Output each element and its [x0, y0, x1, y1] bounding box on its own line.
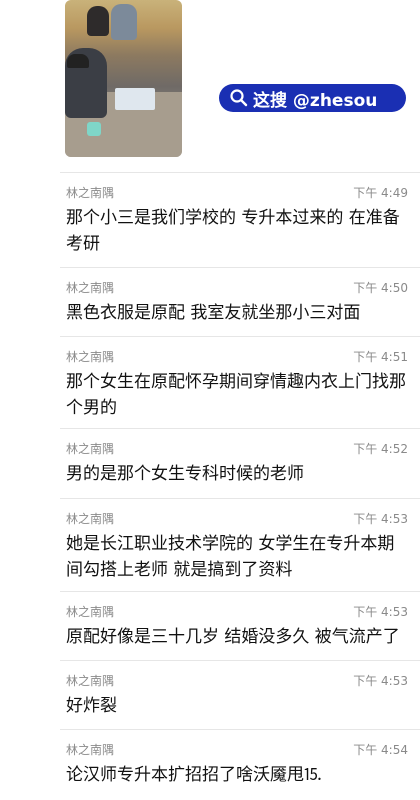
message-item[interactable]: 林之南隅 下午 4:51 那个女生在原配怀孕期间穿情趣内衣上门找那个男的 [66, 348, 408, 421]
message-text: 她是长江职业技术学院的 女学生在专升本期间勾搭上老师 就是搞到了资料 [66, 534, 395, 580]
message-item[interactable]: 林之南隅 下午 4:54 论汉师专升本扩招招了啥沃魇甩⒖ [66, 741, 408, 788]
sender-name: 林之南隅 [66, 674, 115, 688]
classroom-photo[interactable] [65, 0, 182, 157]
photo-figure [87, 6, 109, 36]
watermark-badge: 这搜 @zhesou [219, 84, 406, 112]
timestamp: 下午 4:53 [353, 605, 408, 619]
message-text: 好炸裂 [66, 696, 117, 716]
divider [60, 729, 420, 730]
sender-name: 林之南隅 [66, 350, 115, 364]
sender-name: 林之南隅 [66, 512, 115, 526]
divider [60, 591, 420, 592]
timestamp: 下午 4:51 [353, 350, 408, 364]
divider [60, 172, 420, 173]
sender-name: 林之南隅 [66, 605, 115, 619]
search-icon [229, 88, 249, 108]
message-text: 男的是那个女生专科时候的老师 [66, 464, 304, 484]
badge-text: 这搜 @zhesou [253, 90, 378, 111]
divider [60, 428, 420, 429]
message-item[interactable]: 林之南隅 下午 4:50 黑色衣服是原配 我室友就坐那小三对面 [66, 279, 408, 326]
message-text: 那个小三是我们学校的 专升本过来的 在准备考研 [66, 208, 400, 254]
message-text: 黑色衣服是原配 我室友就坐那小三对面 [66, 303, 361, 323]
message-item[interactable]: 林之南隅 下午 4:53 好炸裂 [66, 672, 408, 719]
timestamp: 下午 4:53 [353, 512, 408, 526]
timestamp: 下午 4:52 [353, 442, 408, 456]
photo-cup [87, 122, 101, 136]
sender-name: 林之南隅 [66, 281, 115, 295]
sender-name: 林之南隅 [66, 743, 115, 757]
timestamp: 下午 4:50 [353, 281, 408, 295]
message-text: 原配好像是三十几岁 结婚没多久 被气流产了 [66, 627, 400, 647]
sender-name: 林之南隅 [66, 186, 115, 200]
divider [60, 267, 420, 268]
photo-figure [111, 4, 137, 40]
message-item[interactable]: 林之南隅 下午 4:52 男的是那个女生专科时候的老师 [66, 440, 408, 487]
photo-screen [115, 88, 155, 110]
message-item[interactable]: 林之南隅 下午 4:49 那个小三是我们学校的 专升本过来的 在准备考研 [66, 184, 408, 257]
photo-cap [67, 54, 89, 68]
divider [60, 498, 420, 499]
message-item[interactable]: 林之南隅 下午 4:53 原配好像是三十几岁 结婚没多久 被气流产了 [66, 603, 408, 650]
timestamp: 下午 4:54 [353, 743, 408, 757]
message-item[interactable]: 林之南隅 下午 4:53 她是长江职业技术学院的 女学生在专升本期间勾搭上老师 … [66, 510, 408, 583]
sender-name: 林之南隅 [66, 442, 115, 456]
divider [60, 660, 420, 661]
divider [60, 336, 420, 337]
message-text: 那个女生在原配怀孕期间穿情趣内衣上门找那个男的 [66, 372, 406, 418]
timestamp: 下午 4:53 [353, 674, 408, 688]
timestamp: 下午 4:49 [353, 186, 408, 200]
message-text: 论汉师专升本扩招招了啥沃魇甩⒖ [66, 765, 321, 785]
